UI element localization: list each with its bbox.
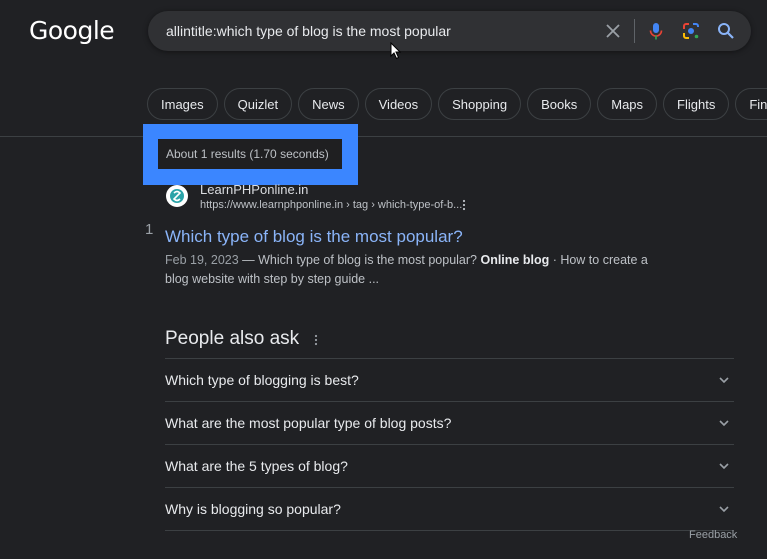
people-also-ask-title: People also ask: [165, 328, 300, 349]
chip-videos[interactable]: Videos: [364, 88, 433, 120]
result-stats-text: About 1 results (1.70 seconds): [166, 147, 329, 161]
search-icon[interactable]: [716, 21, 736, 41]
paa-question: Which type of blogging is best?: [165, 372, 359, 388]
snippet-bold: Online blog: [480, 253, 550, 267]
paa-question: Why is blogging so popular?: [165, 501, 341, 517]
site-url[interactable]: https://www.learnphponline.in › tag › wh…: [200, 199, 462, 211]
result-snippet: Feb 19, 2023 — Which type of blog is the…: [165, 251, 665, 289]
result-date: Feb 19, 2023: [165, 253, 239, 267]
filter-chips: Images Quizlet News Videos Shopping Book…: [147, 88, 767, 120]
snippet-text: — Which type of blog is the most popular…: [238, 253, 481, 267]
paa-item[interactable]: What are the most popular type of blog p…: [165, 401, 734, 444]
chevron-down-icon[interactable]: [718, 460, 730, 472]
result-stats: About 1 results (1.70 seconds): [158, 139, 342, 169]
header-divider: [0, 136, 767, 137]
more-options-icon[interactable]: [461, 199, 467, 211]
site-name[interactable]: LearnPHPonline.in: [200, 182, 308, 197]
paa-question: What are the 5 types of blog?: [165, 458, 348, 474]
chip-finance[interactable]: Finance: [735, 88, 767, 120]
favicon-icon: [170, 189, 184, 203]
search-input[interactable]: allintitle:which type of blog is the mos…: [166, 23, 451, 39]
clear-icon[interactable]: [603, 21, 623, 41]
paa-item[interactable]: What are the 5 types of blog?: [165, 444, 734, 487]
result-index: 1: [145, 221, 154, 238]
paa-item[interactable]: Which type of blogging is best?: [165, 358, 734, 401]
google-logo[interactable]: Google: [29, 16, 115, 45]
chip-images[interactable]: Images: [147, 88, 218, 120]
feedback-link[interactable]: Feedback: [689, 529, 737, 541]
paa-question: What are the most popular type of blog p…: [165, 415, 452, 431]
search-bar[interactable]: allintitle:which type of blog is the mos…: [148, 11, 751, 51]
chip-quizlet[interactable]: Quizlet: [223, 88, 293, 120]
site-favicon: [166, 185, 188, 207]
chip-flights[interactable]: Flights: [663, 88, 730, 120]
paa-more-icon[interactable]: [313, 334, 319, 346]
lens-icon[interactable]: [681, 21, 701, 41]
chip-books[interactable]: Books: [527, 88, 592, 120]
chip-news[interactable]: News: [298, 88, 359, 120]
paa-item[interactable]: Why is blogging so popular?: [165, 487, 734, 531]
search-divider: [634, 19, 635, 43]
mic-icon[interactable]: [646, 21, 666, 41]
mouse-cursor-icon: [390, 42, 402, 60]
result-title-link[interactable]: Which type of blog is the most popular?: [165, 227, 463, 247]
chip-maps[interactable]: Maps: [597, 88, 658, 120]
chip-shopping[interactable]: Shopping: [438, 88, 522, 120]
people-also-ask-list: Which type of blogging is best? What are…: [165, 358, 734, 531]
chevron-down-icon[interactable]: [718, 503, 730, 515]
chevron-down-icon[interactable]: [718, 417, 730, 429]
chevron-down-icon[interactable]: [718, 374, 730, 386]
